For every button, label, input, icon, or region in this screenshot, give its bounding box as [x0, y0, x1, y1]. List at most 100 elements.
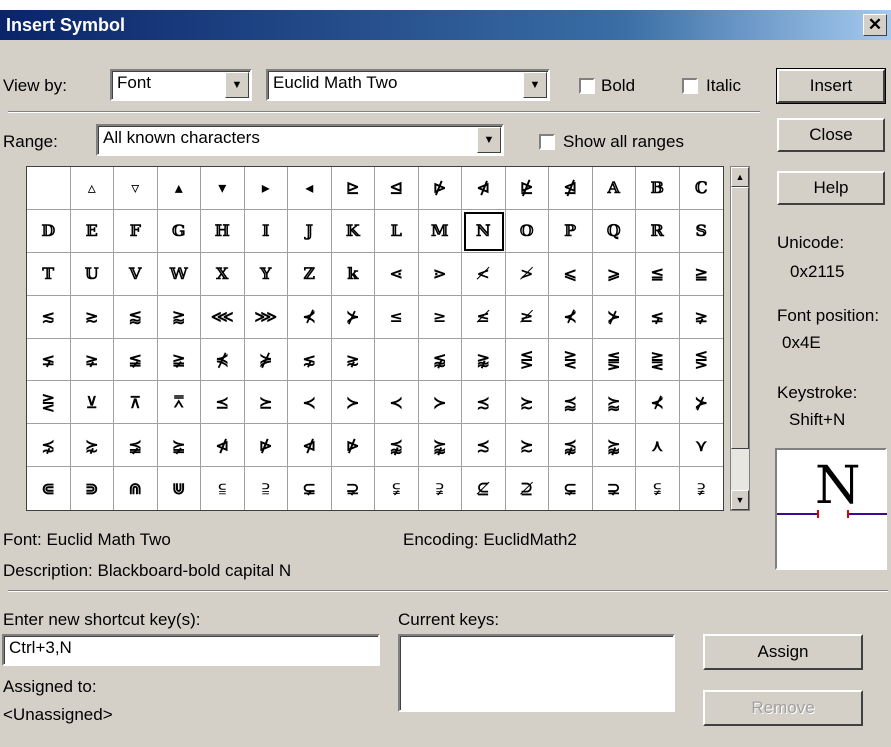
symbol-cell[interactable]: ▾	[201, 167, 245, 210]
symbol-cell[interactable]: 𝔾	[157, 209, 201, 253]
symbol-cell[interactable]: 𝕆	[505, 209, 549, 253]
symbol-cell[interactable]: ⋗	[418, 252, 462, 296]
symbol-cell[interactable]: ⋠	[201, 338, 245, 382]
symbol-cell[interactable]: ℝ	[636, 209, 680, 253]
symbol-cell[interactable]: ⫋	[636, 467, 680, 510]
symbol-cell[interactable]: ⪈	[70, 338, 114, 382]
symbol-cell[interactable]: ⋛	[549, 338, 593, 382]
bold-checkbox[interactable]	[579, 78, 595, 94]
symbol-cell[interactable]: ≺	[375, 381, 419, 425]
shortcut-input[interactable]: Ctrl+3,N	[2, 634, 380, 666]
symbol-cell[interactable]: ⋪	[462, 167, 506, 210]
chevron-down-icon[interactable]: ▼	[225, 72, 249, 98]
symbol-cell[interactable]: ⪈	[679, 296, 723, 339]
symbol-cell[interactable]: ≩	[157, 338, 201, 382]
symbol-cell[interactable]: ⊻	[70, 381, 114, 425]
symbol-cell[interactable]: ≱	[505, 295, 549, 339]
symbol-cell[interactable]: ⩾	[592, 252, 636, 296]
symbol-cell[interactable]: 𝔸	[592, 167, 636, 210]
symbol-cell[interactable]: 𝕁	[288, 209, 332, 253]
symbol-cell[interactable]	[27, 167, 71, 210]
symbol-cell[interactable]: ⪋	[592, 338, 636, 382]
symbol-cell[interactable]: 𝔽	[114, 209, 158, 253]
symbol-cell[interactable]: ⪸	[592, 381, 636, 425]
symbol-cell[interactable]: 𝔻	[27, 209, 71, 253]
symbol-cell[interactable]: ⪊	[462, 338, 506, 382]
symbol-cell[interactable]: ⊁	[679, 381, 723, 425]
symbol-cell[interactable]: ⫅	[201, 467, 245, 510]
symbol-cell[interactable]: 𝕎	[157, 252, 201, 296]
symbol-grid[interactable]: ▵ ▿ ▴ ▾ ▸ ◂ ⊵ ⊴ ⋫ ⋪ ⋭ ⋬ 𝔸 𝔹 ℂ 𝔻 𝔼 𝔽 𝔾 ℍ 𝕀 𝕁 𝕂 𝕃 𝕄 ℕ 𝕆 ℙ ℚ ℝ 𝕊 𝕋 𝕌 𝕍 𝕎 𝕏 𝕐 ℤ𝕜 ⋖…	[26, 166, 724, 511]
symbol-cell[interactable]: ≿	[505, 381, 549, 425]
symbol-cell[interactable]: ⪉	[418, 338, 462, 382]
symbol-cell[interactable]: ≤	[375, 295, 419, 339]
symbol-cell[interactable]: ⋐	[27, 467, 71, 510]
view-by-select[interactable]: Font ▼	[110, 69, 252, 101]
symbol-cell[interactable]: ⪺	[592, 424, 636, 468]
symbol-cell[interactable]: ⋚	[505, 338, 549, 382]
assign-button[interactable]: Assign	[703, 634, 863, 670]
symbol-cell[interactable]: 𝕋	[27, 252, 71, 296]
symbol-cell[interactable]: ◂	[288, 167, 332, 210]
symbol-cell[interactable]: ⊊	[549, 467, 593, 510]
font-select[interactable]: Euclid Math Two ▼	[266, 69, 550, 101]
symbol-cell[interactable]: ⪹	[549, 424, 593, 468]
symbol-cell[interactable]: ⋪	[288, 424, 332, 468]
symbol-cell[interactable]: ⫆	[245, 467, 288, 510]
symbol-cell[interactable]: ⪶	[157, 424, 201, 468]
symbol-cell[interactable]: 𝕜	[331, 252, 375, 296]
symbol-cell[interactable]: ⋫	[244, 424, 288, 468]
scroll-down-icon[interactable]: ▼	[731, 490, 749, 510]
symbol-cell[interactable]: ⊁	[592, 295, 636, 339]
symbol-cell[interactable]: ⊵	[331, 167, 375, 210]
symbol-cell[interactable]: ≻	[331, 381, 375, 425]
symbol-cell[interactable]: ⊈	[462, 467, 506, 510]
symbol-cell[interactable]: 𝕌	[70, 252, 114, 296]
symbol-cell[interactable]: ⋒	[114, 467, 158, 510]
symbol-cell[interactable]: ≥	[418, 295, 462, 339]
symbol-cell[interactable]: ≳	[70, 295, 114, 339]
symbol-cell[interactable]: ▸	[244, 167, 288, 210]
symbol-cell[interactable]	[375, 338, 419, 382]
symbol-cell[interactable]: ⊀	[288, 295, 332, 339]
symbol-cell[interactable]: ⪌	[636, 338, 680, 382]
symbol-cell[interactable]: ℂ	[679, 167, 723, 210]
symbol-cell[interactable]: ⊋	[593, 467, 636, 510]
symbol-cell[interactable]: ⫌	[680, 467, 724, 510]
italic-checkbox[interactable]	[682, 78, 698, 94]
symbol-cell[interactable]: ℙ	[549, 209, 593, 253]
symbol-cell[interactable]: ℤ	[288, 252, 332, 296]
symbol-cell[interactable]: ⋡	[244, 338, 288, 382]
symbol-cell[interactable]: ⋦	[288, 338, 332, 382]
symbol-cell[interactable]: ≾	[462, 381, 506, 425]
symbol-cell[interactable]: ⋧	[331, 338, 375, 382]
symbol-cell[interactable]: ≺	[288, 381, 332, 425]
symbol-cell[interactable]: 𝔹	[636, 167, 680, 210]
symbol-cell[interactable]: ⋨	[27, 424, 71, 468]
symbol-cell[interactable]: ⊉	[506, 467, 549, 510]
symbol-cell[interactable]: ℕ	[462, 209, 506, 253]
symbol-cell[interactable]: ⪇	[636, 295, 680, 339]
symbol-cell[interactable]: ⊀	[549, 295, 593, 339]
close-icon[interactable]: ✕	[863, 14, 887, 36]
symbol-cell[interactable]: ▴	[157, 167, 201, 210]
symbol-cell[interactable]: ⊴	[375, 167, 419, 210]
symbol-cell[interactable]: ⪅	[114, 295, 158, 339]
symbol-cell[interactable]: ⋚	[679, 339, 723, 382]
symbol-cell[interactable]: ⩞	[157, 381, 201, 425]
symbol-cell[interactable]: ⋛	[27, 381, 71, 425]
symbol-cell[interactable]: 𝕐	[244, 252, 288, 296]
grid-scrollbar[interactable]: ▲ ▼	[730, 166, 750, 511]
symbol-cell[interactable]: 𝕍	[114, 252, 158, 296]
symbol-cell[interactable]: ⪇	[27, 338, 71, 382]
symbol-cell[interactable]: ≲	[27, 295, 71, 339]
symbol-cell[interactable]: ⪵	[114, 424, 158, 468]
scroll-thumb[interactable]	[731, 187, 749, 449]
symbol-cell[interactable]: ⋖	[375, 252, 419, 296]
symbol-cell[interactable]: ≾	[462, 424, 506, 468]
symbol-cell[interactable]: ≿	[505, 424, 549, 468]
symbol-cell[interactable]: ⊼	[114, 381, 158, 425]
symbol-cell[interactable]: ⊊	[288, 467, 332, 510]
symbol-cell[interactable]: 𝕂	[331, 209, 375, 253]
symbol-cell[interactable]: 𝕃	[375, 209, 419, 253]
